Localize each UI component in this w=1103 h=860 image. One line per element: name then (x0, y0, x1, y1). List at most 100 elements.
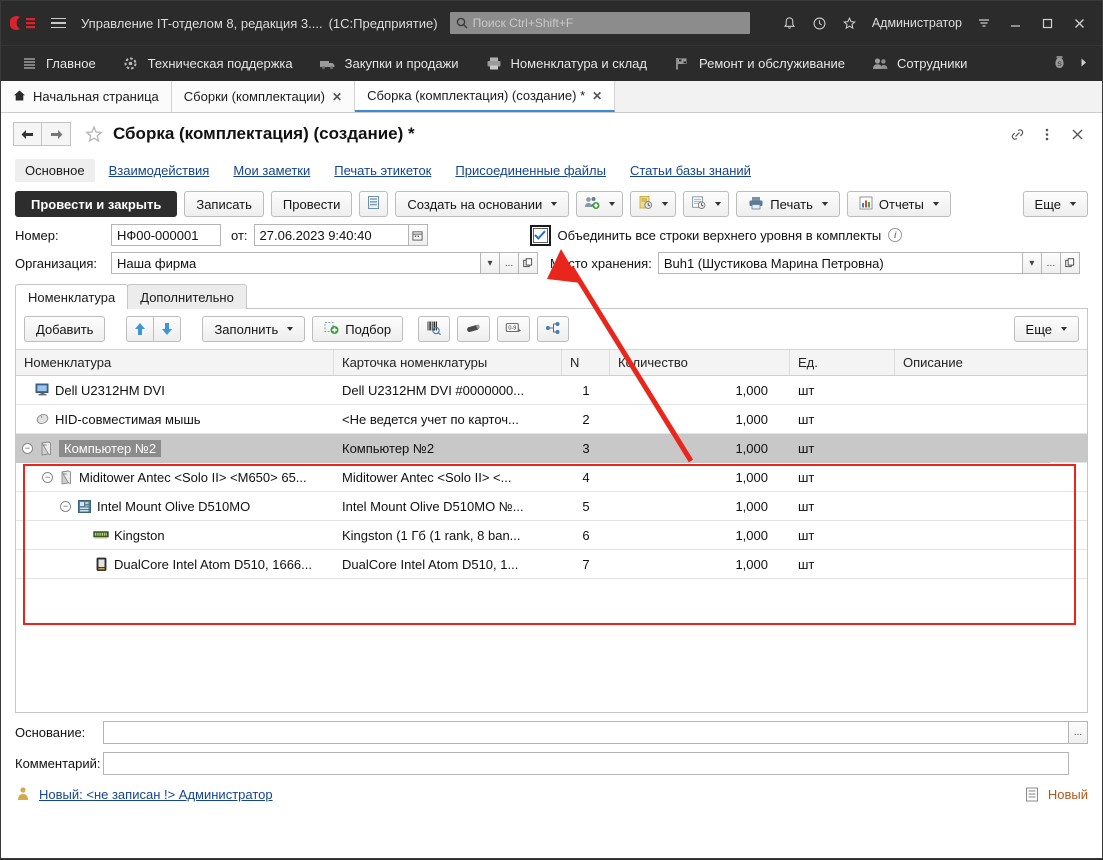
navlink-osnovnoe[interactable]: Основное (15, 159, 95, 182)
cell-description[interactable] (895, 492, 1050, 521)
move-up-button[interactable] (126, 316, 154, 342)
cell-unit[interactable]: шт (790, 376, 895, 405)
current-user-label[interactable]: Администратор (866, 16, 968, 30)
comment-input[interactable] (103, 752, 1069, 775)
cell-unit[interactable]: шт (790, 463, 895, 492)
cell-card[interactable]: Miditower Antec <Solo II> <... (334, 463, 562, 492)
tab-sborki[interactable]: Сборки (комплектации) ✕ (172, 81, 355, 112)
cell-n[interactable]: 4 (562, 463, 610, 492)
info-icon[interactable]: i (888, 228, 902, 242)
cell-unit[interactable]: шт (790, 434, 895, 463)
tab-home[interactable]: Начальная страница (1, 81, 172, 112)
tab-close-icon[interactable]: ✕ (332, 90, 342, 104)
minimize-button[interactable] (1000, 9, 1030, 37)
cell-nomenclature[interactable]: − Intel Mount Olive D510MO (16, 492, 334, 521)
inner-tab-dopolnitelno[interactable]: Дополнительно (127, 284, 247, 309)
cell-card[interactable]: DualCore Intel Atom D510, 1... (334, 550, 562, 579)
cell-card[interactable]: Kingston (1 Гб (1 rank, 8 ban... (334, 521, 562, 550)
print-button[interactable]: Печать (736, 191, 840, 217)
reports-button[interactable]: Отчеты (847, 191, 951, 217)
cell-description[interactable] (895, 376, 1050, 405)
table-row[interactable]: Kingston Kingston (1 Гб (1 rank, 8 ban..… (16, 521, 1087, 550)
grid-header-card[interactable]: Карточка номенклатуры (334, 350, 562, 375)
menu-item-nomenklatura-sklad[interactable]: Номенклатура и склад (472, 46, 660, 82)
inner-tab-nomenklatura[interactable]: Номенклатура (15, 284, 128, 309)
hierarchy-button[interactable] (537, 316, 569, 342)
grid-header-nomenclature[interactable]: Номенклатура (16, 350, 334, 375)
grid-header-unit[interactable]: Ед. (790, 350, 895, 375)
organization-open-icon[interactable] (519, 252, 538, 274)
cell-card[interactable]: Dell U2312HM DVI #0000000... (334, 376, 562, 405)
cell-unit[interactable]: шт (790, 521, 895, 550)
history-icon[interactable] (806, 9, 834, 37)
numeric-keypad-button[interactable]: 0-9 (497, 316, 530, 342)
movements-button[interactable] (359, 191, 388, 217)
tab-close-icon[interactable]: ✕ (592, 89, 602, 103)
back-button[interactable] (13, 122, 42, 146)
star-icon[interactable] (836, 9, 864, 37)
grid-header-quantity[interactable]: Количество (610, 350, 790, 375)
cell-description[interactable] (895, 521, 1050, 550)
navlink-stati-bazy-znaniy[interactable]: Статьи базы знаний (620, 159, 761, 182)
cell-description[interactable] (895, 405, 1050, 434)
cell-nomenclature[interactable]: DualCore Intel Atom D510, 1666... (16, 550, 334, 579)
menu-item-remont[interactable]: Ремонт и обслуживание (660, 46, 858, 82)
cell-n[interactable]: 1 (562, 376, 610, 405)
calendar-icon[interactable] (409, 224, 428, 246)
fill-button[interactable]: Заполнить (202, 316, 305, 342)
cell-quantity[interactable]: 1,000 (610, 376, 790, 405)
basis-select-icon[interactable]: ... (1069, 721, 1088, 744)
status-link[interactable]: Новый: <не записан !> Администратор (39, 787, 273, 802)
cell-quantity[interactable]: 1,000 (610, 521, 790, 550)
organization-dropdown-icon[interactable]: ▾ (481, 252, 500, 274)
menu-item-tehpodderzhka[interactable]: Техническая поддержка (109, 46, 306, 82)
basis-input[interactable] (103, 721, 1069, 744)
cell-quantity[interactable]: 1,000 (610, 492, 790, 521)
write-button[interactable]: Записать (184, 191, 264, 217)
navlink-prisoedinennye-fayly[interactable]: Присоединенные файлы (445, 159, 616, 182)
post-and-close-button[interactable]: Провести и закрыть (15, 191, 177, 217)
chevron-right-icon[interactable] (1077, 56, 1090, 72)
number-input[interactable]: НФ00-000001 (111, 224, 221, 246)
cell-nomenclature[interactable]: HID-совместимая мышь (16, 405, 334, 434)
maximize-button[interactable] (1032, 9, 1062, 37)
close-button[interactable] (1064, 9, 1094, 37)
cell-unit[interactable]: шт (790, 550, 895, 579)
navlink-pechat-etiketok[interactable]: Печать этикеток (324, 159, 441, 182)
navlink-moi-zametki[interactable]: Мои заметки (223, 159, 320, 182)
cell-nomenclature[interactable]: Kingston (16, 521, 334, 550)
merge-rows-checkbox[interactable] (533, 228, 548, 243)
cell-quantity[interactable]: 1,000 (610, 405, 790, 434)
cell-n[interactable]: 7 (562, 550, 610, 579)
cell-n[interactable]: 2 (562, 405, 610, 434)
cell-n[interactable]: 6 (562, 521, 610, 550)
more-button[interactable]: Еще (1023, 191, 1088, 217)
cell-description[interactable] (895, 434, 1050, 463)
add-contact-button[interactable] (576, 191, 623, 217)
more-vertical-icon[interactable] (1034, 121, 1060, 147)
grid-header-n[interactable]: N (562, 350, 610, 375)
menu-item-glavnoe[interactable]: Главное (7, 46, 109, 82)
table-row[interactable]: DualCore Intel Atom D510, 1666... DualCo… (16, 550, 1087, 579)
menu-item-zakupki[interactable]: Закупки и продажи (306, 46, 472, 82)
cell-quantity[interactable]: 1,000 (610, 550, 790, 579)
storage-dropdown-icon[interactable]: ▾ (1023, 252, 1042, 274)
storage-input[interactable]: Buh1 (Шустикова Марина Петровна) (658, 252, 1023, 274)
cell-quantity[interactable]: 1,000 (610, 463, 790, 492)
menu-item-sotrudniki[interactable]: Сотрудники (858, 46, 980, 82)
pick-button[interactable]: Подбор (312, 316, 403, 342)
cell-card[interactable]: Intel Mount Olive D510MO №... (334, 492, 562, 521)
journal-clock-button[interactable] (683, 191, 729, 217)
storage-open-icon[interactable] (1061, 252, 1080, 274)
table-more-button[interactable]: Еще (1014, 316, 1079, 342)
table-row[interactable]: HID-совместимая мышь <Не ведется учет по… (16, 405, 1087, 434)
add-row-button[interactable]: Добавить (24, 316, 105, 342)
menu-lines-icon[interactable] (970, 9, 998, 37)
post-button[interactable]: Провести (271, 191, 353, 217)
cell-nomenclature[interactable]: − Miditower Antec <Solo II> <M650> 65... (16, 463, 334, 492)
scanner-button[interactable] (457, 316, 490, 342)
table-row[interactable]: − Компьютер №2 Компьютер №2 3 1,000 шт (16, 434, 1087, 463)
cell-card[interactable]: <Не ведется учет по карточ... (334, 405, 562, 434)
search-input[interactable]: Поиск Ctrl+Shift+F (450, 12, 750, 34)
cell-n[interactable]: 5 (562, 492, 610, 521)
